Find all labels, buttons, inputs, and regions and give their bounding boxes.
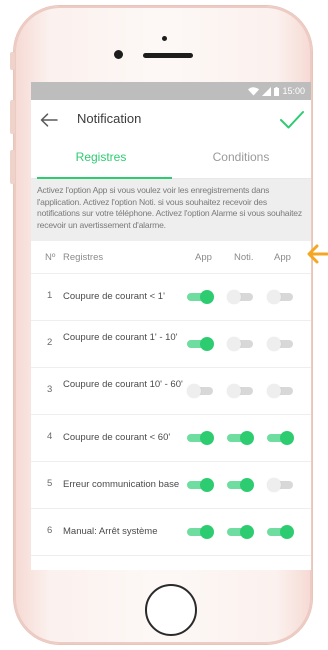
noti-toggle[interactable] [227, 290, 255, 304]
toggle-knob [200, 290, 214, 304]
table-row: 2 Coupure de courant 1' - 10' [31, 321, 311, 368]
table-row: 1 Coupure de courant < 1' [31, 274, 311, 321]
toggle-knob [200, 431, 214, 445]
volume-down-button [10, 150, 15, 184]
arrow-left-icon [40, 113, 58, 127]
toggle-knob [240, 478, 254, 492]
alarm-toggle[interactable] [267, 290, 295, 304]
toggle-knob [267, 290, 281, 304]
app-toggle[interactable] [187, 478, 215, 492]
table-header: Nº Registres App Noti. App [31, 241, 311, 274]
noti-toggle[interactable] [227, 431, 255, 445]
toggle-knob [200, 478, 214, 492]
signal-icon [262, 86, 272, 96]
toggle-knob [200, 525, 214, 539]
noti-toggle[interactable] [227, 525, 255, 539]
header-noti: Noti. [234, 252, 254, 263]
toggle-knob [267, 384, 281, 398]
app-screen: 15:00 Notification Registres Conditions … [31, 82, 311, 570]
back-button[interactable] [37, 109, 61, 131]
tab-registres[interactable]: Registres [31, 140, 171, 178]
status-time: 15:00 [282, 86, 305, 96]
alarm-toggle[interactable] [267, 384, 295, 398]
battery-icon [274, 86, 280, 96]
status-bar: 15:00 [31, 82, 311, 100]
row-label: Coupure de courant < 1' [63, 291, 165, 302]
wifi-icon [248, 86, 260, 95]
alarm-toggle[interactable] [267, 337, 295, 351]
proximity-sensor [162, 36, 167, 41]
noti-toggle[interactable] [227, 478, 255, 492]
app-toggle[interactable] [187, 337, 215, 351]
row-number: 4 [47, 431, 53, 442]
app-toggle[interactable] [187, 431, 215, 445]
alarm-toggle[interactable] [267, 431, 295, 445]
row-label: Coupure de courant < 60' [63, 432, 171, 443]
row-number: 2 [47, 337, 53, 348]
app-toggle[interactable] [187, 384, 215, 398]
noti-toggle[interactable] [227, 384, 255, 398]
alarm-toggle[interactable] [267, 525, 295, 539]
alarm-toggle[interactable] [267, 478, 295, 492]
header-registres: Registres [63, 252, 104, 263]
earpiece-speaker [143, 53, 193, 58]
header-alarm: App [274, 252, 291, 263]
arrow-left-marker-icon [307, 244, 328, 264]
mute-switch [10, 52, 15, 70]
row-number: 3 [47, 384, 53, 395]
toggle-knob [187, 384, 201, 398]
table-row: 6 Manual: Arrêt système [31, 509, 311, 556]
toggle-knob [240, 431, 254, 445]
front-camera [114, 50, 123, 59]
row-label: Manual: Arrêt système [63, 526, 158, 537]
table-row: 4 Coupure de courant < 60' [31, 415, 311, 462]
confirm-check-button[interactable] [279, 108, 305, 132]
header-num: Nº [45, 252, 56, 263]
toggle-knob [227, 384, 241, 398]
table-row: 5 Erreur communication base [31, 462, 311, 509]
row-number: 6 [47, 525, 53, 536]
row-number: 5 [47, 478, 53, 489]
toggle-knob [267, 478, 281, 492]
app-toggle[interactable] [187, 525, 215, 539]
toggle-knob [267, 337, 281, 351]
volume-up-button [10, 100, 15, 134]
active-tab-indicator [37, 177, 172, 179]
toggle-knob [240, 525, 254, 539]
toggle-knob [227, 290, 241, 304]
toggle-knob [280, 525, 294, 539]
toggle-knob [280, 431, 294, 445]
noti-toggle[interactable] [227, 337, 255, 351]
registres-list: 1 Coupure de courant < 1' 2 Coupure de cour… [31, 274, 311, 556]
header-app: App [195, 252, 212, 263]
toggle-knob [200, 337, 214, 351]
tab-conditions[interactable]: Conditions [171, 140, 311, 178]
toggle-knob [227, 337, 241, 351]
row-label: Coupure de courant 10' - 60' [63, 379, 183, 390]
row-label: Coupure de courant 1' - 10' [63, 332, 178, 343]
info-text: Activez l'option App si vous voulez voir… [31, 179, 311, 241]
home-button[interactable] [145, 584, 197, 636]
table-row: 3 Coupure de courant 10' - 60' [31, 368, 311, 415]
app-bar: Notification [31, 100, 311, 140]
row-number: 1 [47, 290, 53, 301]
app-toggle[interactable] [187, 290, 215, 304]
page-title: Notification [77, 111, 142, 126]
tab-bar: Registres Conditions [31, 140, 311, 179]
row-label: Erreur communication base [63, 479, 180, 490]
